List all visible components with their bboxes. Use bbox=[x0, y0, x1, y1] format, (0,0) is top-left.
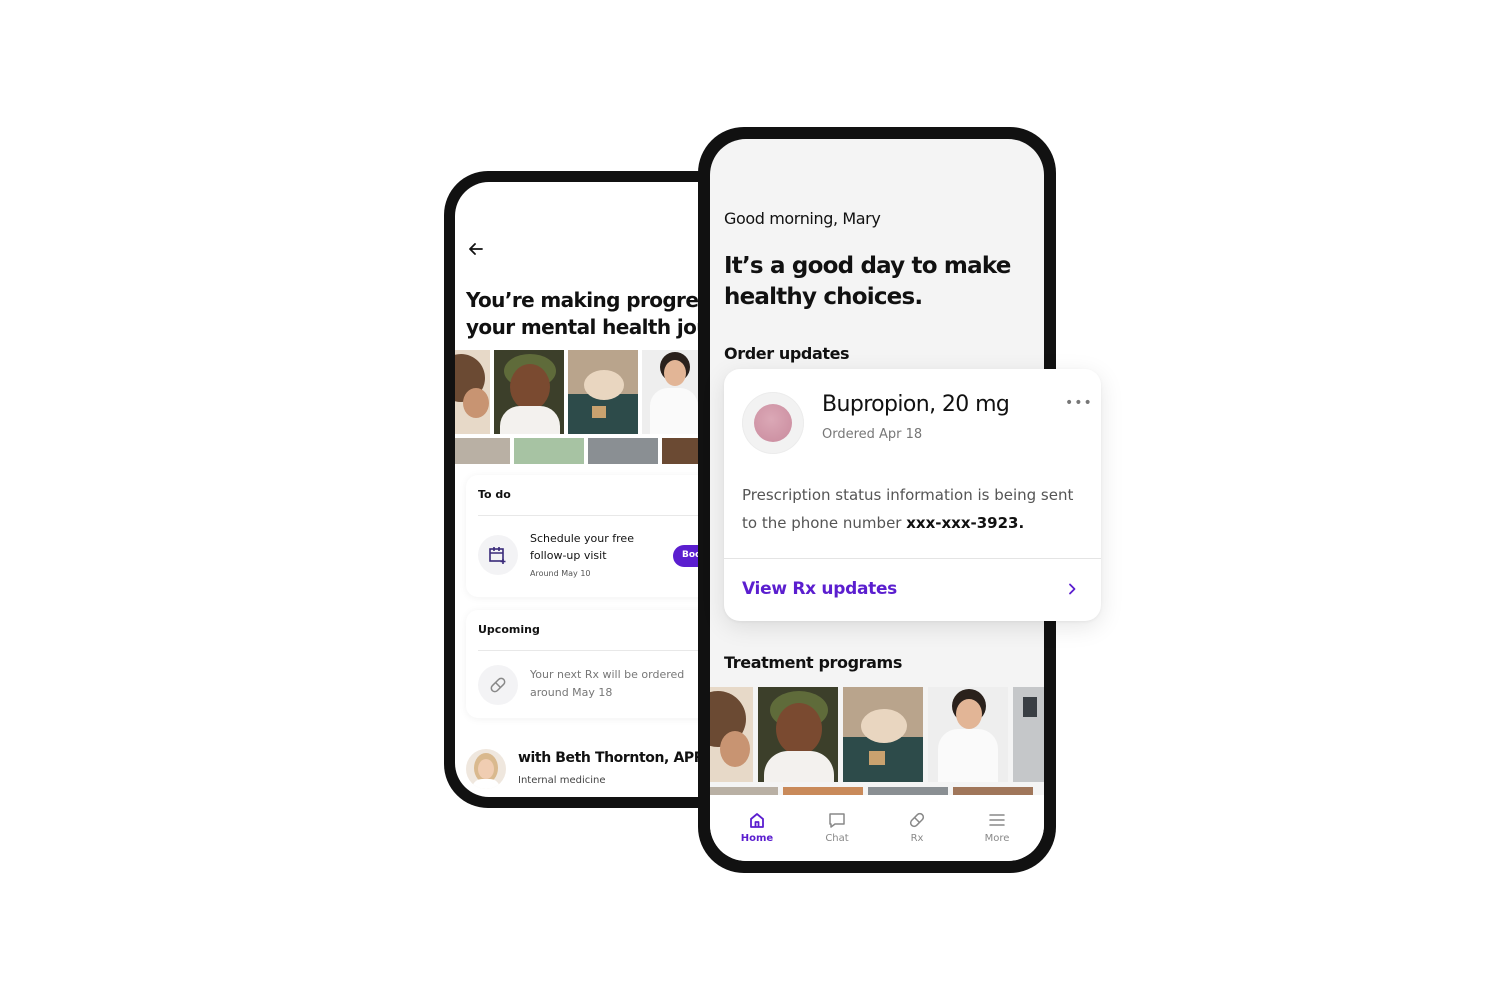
program-photo bbox=[568, 350, 638, 434]
program-photo[interactable] bbox=[710, 687, 753, 782]
pill-image bbox=[754, 404, 792, 442]
more-options-icon[interactable]: ••• bbox=[1065, 395, 1093, 411]
treatment-programs-heading: Treatment programs bbox=[724, 653, 902, 672]
pill-icon bbox=[490, 677, 506, 693]
program-photo bbox=[455, 438, 510, 464]
tab-home-label: Home bbox=[740, 833, 774, 844]
program-photo[interactable] bbox=[1013, 687, 1044, 782]
home-icon bbox=[750, 813, 764, 828]
menu-icon bbox=[989, 814, 1005, 826]
calendar-icon-circle bbox=[478, 535, 518, 575]
upcoming-item-text: Your next Rx will be ordered around May … bbox=[530, 668, 685, 699]
view-rx-updates-link[interactable]: View Rx updates bbox=[742, 579, 897, 599]
provider-avatar bbox=[466, 749, 506, 789]
todo-heading: To do bbox=[478, 488, 511, 501]
phone-number: xxx-xxx-3923. bbox=[906, 514, 1025, 532]
medication-name: Bupropion, 20 mg bbox=[822, 392, 1010, 417]
order-date: Ordered Apr 18 bbox=[822, 427, 923, 442]
pill-icon bbox=[909, 812, 925, 828]
tab-more[interactable]: More bbox=[967, 811, 1027, 844]
program-photo bbox=[588, 438, 658, 464]
provider-specialty: Internal medicine bbox=[518, 775, 606, 786]
headline: It’s a good day to make healthy choices. bbox=[724, 253, 1011, 310]
calendar-add-icon bbox=[489, 547, 506, 564]
tab-home[interactable]: Home bbox=[727, 811, 787, 844]
order-updates-heading: Order updates bbox=[724, 344, 850, 363]
order-update-card[interactable]: Bupropion, 20 mg Ordered Apr 18 ••• Pres… bbox=[724, 369, 1101, 621]
todo-item-date: Around May 10 bbox=[530, 569, 591, 578]
program-photo bbox=[494, 350, 564, 434]
divider bbox=[478, 515, 726, 516]
divider bbox=[478, 650, 726, 651]
chevron-right-icon[interactable] bbox=[1065, 582, 1079, 596]
program-photo[interactable] bbox=[843, 687, 923, 782]
tab-more-label: More bbox=[984, 833, 1010, 844]
tab-chat-label: Chat bbox=[825, 833, 849, 844]
pill-icon-circle bbox=[478, 665, 518, 705]
order-status-message: Prescription status information is being… bbox=[742, 481, 1082, 537]
bottom-tab-bar: Home Chat Rx More bbox=[710, 795, 1044, 861]
upcoming-heading: Upcoming bbox=[478, 623, 540, 636]
medication-image bbox=[742, 392, 804, 454]
todo-item-text: Schedule your free follow-up visit bbox=[530, 532, 634, 562]
tab-rx[interactable]: Rx bbox=[887, 811, 947, 844]
greeting: Good morning, Mary bbox=[724, 209, 881, 228]
treatment-programs-carousel[interactable] bbox=[710, 687, 1044, 807]
divider bbox=[724, 558, 1101, 559]
tab-chat[interactable]: Chat bbox=[807, 811, 867, 844]
program-photo[interactable] bbox=[758, 687, 838, 782]
program-photo bbox=[662, 438, 702, 464]
program-photo bbox=[642, 350, 702, 434]
upcoming-card: Upcoming Your next Rx will be ordered ar… bbox=[466, 610, 726, 718]
program-photo bbox=[455, 350, 490, 434]
todo-card: To do Schedule your free follow-up visit… bbox=[466, 475, 733, 597]
program-photo bbox=[514, 438, 584, 464]
program-photo[interactable] bbox=[928, 687, 1008, 782]
chat-icon bbox=[829, 813, 845, 828]
tab-rx-label: Rx bbox=[910, 833, 924, 844]
back-arrow-icon[interactable] bbox=[467, 240, 485, 258]
